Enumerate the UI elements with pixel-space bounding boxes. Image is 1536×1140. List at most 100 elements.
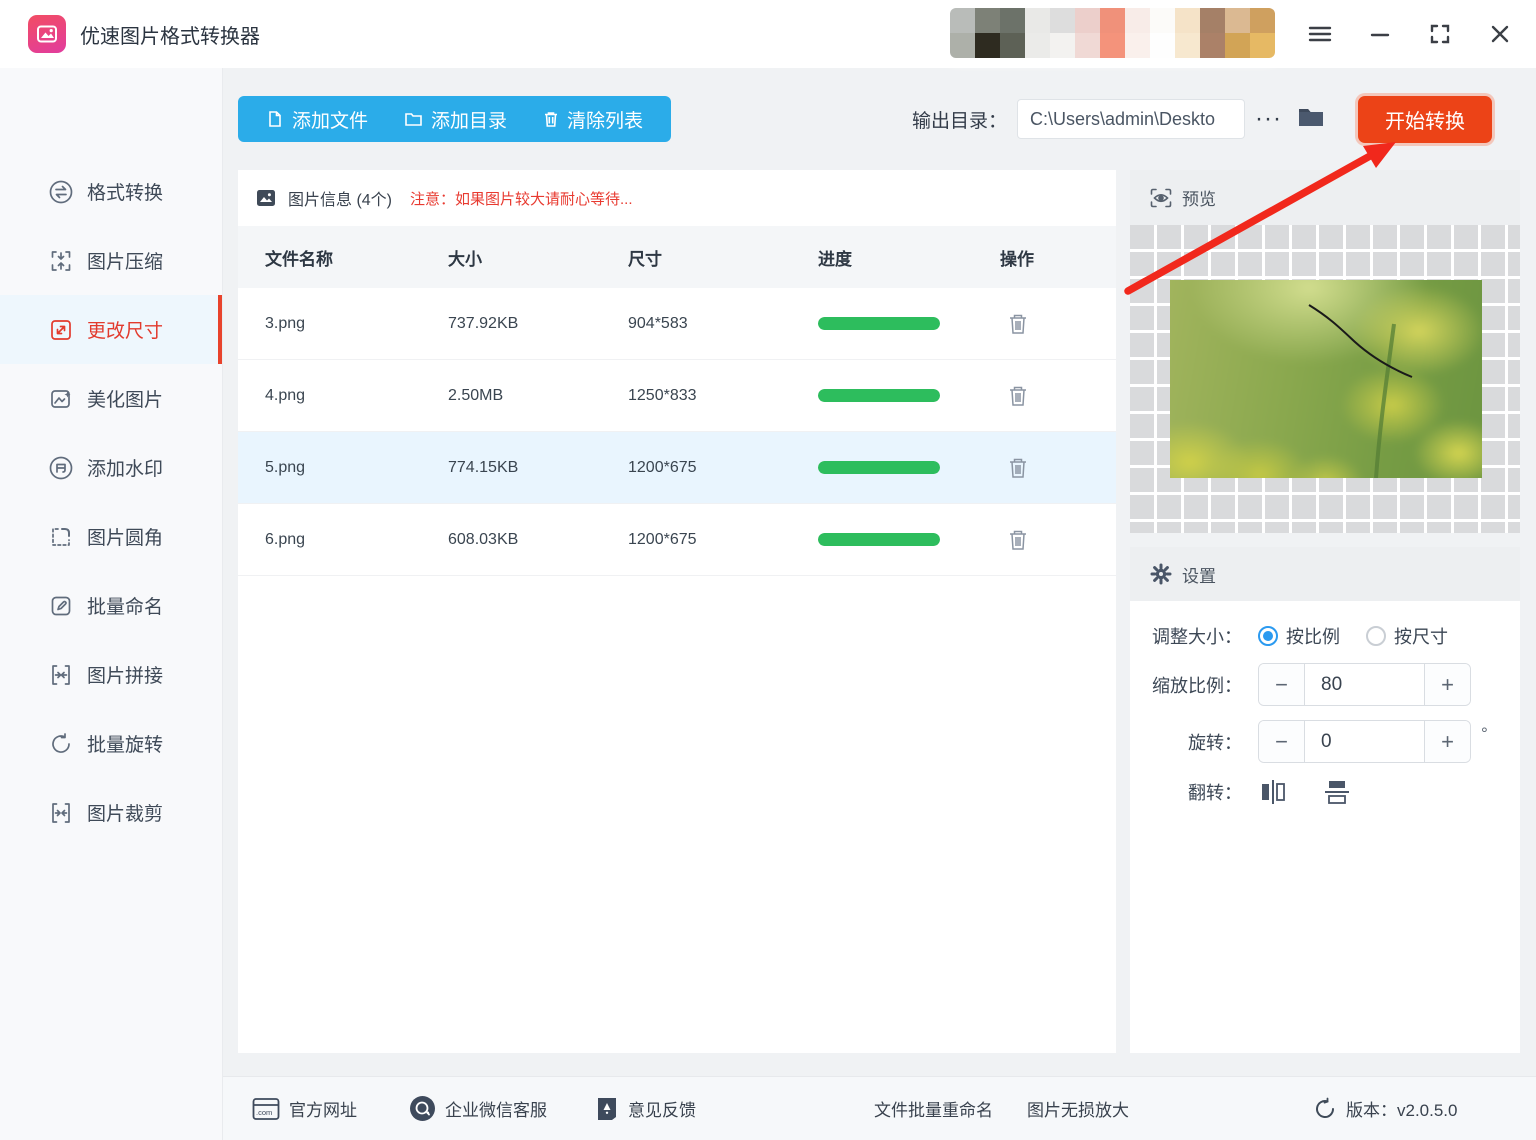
official-site-label: 官方网址 [289,1101,357,1120]
feedback-icon [598,1097,616,1120]
flip-horizontal-button[interactable] [1258,777,1288,807]
cell-file-size: 2.50MB [448,386,504,404]
rotate-label: 旋转： [1188,732,1242,753]
sidebar-item-beautify[interactable]: 美化图片 [0,364,222,433]
minimize-button[interactable] [1368,22,1392,46]
compress-icon [51,250,71,271]
official-site-link[interactable]: .com 官方网址 [252,1096,357,1121]
sidebar-item-compress[interactable]: 图片压缩 [0,226,222,295]
preview-transparency-area [1130,225,1520,533]
column-header-ops: 操作 [1000,249,1034,269]
delete-row-button[interactable] [1006,527,1030,553]
radio-by-size[interactable]: 按尺寸 [1366,623,1448,649]
version-info[interactable]: 版本：v2.0.5.0 [1313,1096,1458,1121]
rotate-icon [52,732,70,753]
menu-hamburger-icon[interactable] [1308,22,1332,46]
scale-row: 缩放比例： − 80 + [1130,663,1520,706]
dotcom-icon: .com [252,1097,280,1120]
sidebar-item-rounded-corner[interactable]: 图片圆角 [0,502,222,571]
start-convert-button[interactable]: 开始转换 [1358,95,1492,143]
rotate-value-input[interactable]: 0 [1305,721,1424,762]
rotate-decrease-button[interactable]: − [1259,721,1305,762]
scale-decrease-button[interactable]: − [1259,664,1305,705]
delete-row-button[interactable] [1006,455,1030,481]
sidebar-item-batch-rotate[interactable]: 批量旋转 [0,709,222,778]
trash-icon [545,112,558,127]
sidebar-item-label: 批量旋转 [87,735,164,756]
batch-rename-link[interactable]: 文件批量重命名 [874,1096,993,1121]
scale-stepper: − 80 + [1258,663,1471,706]
app-title: 优速图片格式转换器 [80,25,260,48]
output-directory-input[interactable]: C:\Users\admin\Deskto [1017,99,1246,139]
feedback-label: 意见反馈 [628,1101,696,1120]
progress-bar [818,317,940,330]
sidebar-item-crop[interactable]: 图片裁剪 [0,778,222,847]
maximize-button[interactable] [1428,22,1452,46]
table-empty-area [238,576,1116,1053]
browse-more-button[interactable]: ··· [1255,105,1282,133]
table-row-selected[interactable]: 5.png 774.15KB 1200*675 [238,432,1116,504]
clear-list-button[interactable]: 清除列表 [525,106,661,133]
scale-value-input[interactable]: 80 [1305,664,1424,705]
radio-by-ratio[interactable]: 按比例 [1258,623,1340,649]
delete-row-button[interactable] [1006,311,1030,337]
flip-horizontal-icon [1262,780,1285,804]
table-row[interactable]: 4.png 2.50MB 1250*833 [238,360,1116,432]
scale-increase-button[interactable]: + [1424,664,1470,705]
scale-label: 缩放比例： [1152,675,1242,696]
column-header-progress: 进度 [818,249,852,269]
beautify-icon [51,389,71,408]
sidebar-item-label: 图片裁剪 [87,804,164,825]
main-area: 格式转换 图片压缩 更改尺寸 美化图片 添加水印 图片圆角 批量命名 图片拼接 [0,68,1536,1140]
sidebar-item-batch-rename[interactable]: 批量命名 [0,571,222,640]
progress-bar [818,389,940,402]
sidebar-item-format-convert[interactable]: 格式转换 [0,157,222,226]
flip-vertical-button[interactable] [1322,777,1352,807]
delete-row-button[interactable] [1006,383,1030,409]
table-row[interactable]: 3.png 737.92KB 904*583 [238,288,1116,360]
table-info-title: 图片信息 (4个) [288,192,393,209]
output-directory-group: 输出目录： C:\Users\admin\Deskto ··· 开始转换 [912,95,1492,143]
preview-header: 预览 [1130,170,1520,225]
cell-progress [818,461,998,474]
cell-progress [818,389,998,402]
version-label: 版本：v2.0.5.0 [1346,1101,1458,1120]
footer: .com 官方网址 企业微信客服 意见反馈 文件批量重命名 图片无损放大 版本：… [223,1076,1536,1140]
lossless-enlarge-link[interactable]: 图片无损放大 [1027,1096,1129,1121]
preview-image[interactable] [1170,280,1482,478]
resize-mode-row: 调整大小： 按比例 按尺寸 [1130,623,1520,649]
cell-file-name: 3.png [265,314,306,332]
update-refresh-icon [1316,1097,1334,1118]
cell-progress [818,533,998,546]
crop-icon [52,802,70,823]
convert-icon [49,180,73,203]
add-directory-button[interactable]: 添加目录 [386,106,525,133]
table-row[interactable]: 6.png 608.03KB 1200*675 [238,504,1116,576]
flip-label: 翻转： [1188,783,1242,803]
content-area: 添加文件 添加目录 清除列表 输出目录： C:\Users\admin\Desk… [223,68,1536,1140]
add-file-button[interactable]: 添加文件 [248,106,386,133]
progress-bar [818,461,940,474]
cell-file-dims: 1200*675 [628,530,697,548]
image-info-icon [257,190,275,206]
sidebar-item-stitch[interactable]: 图片拼接 [0,640,222,709]
trash-icon [1010,314,1026,334]
open-folder-button[interactable] [1296,104,1326,135]
rotate-increase-button[interactable]: + [1424,721,1470,762]
sidebar: 格式转换 图片压缩 更改尺寸 美化图片 添加水印 图片圆角 批量命名 图片拼接 [0,68,223,1140]
feedback-link[interactable]: 意见反馈 [595,1096,696,1122]
column-header-name: 文件名称 [265,249,333,269]
rounded-corner-icon [52,527,70,546]
sidebar-item-watermark[interactable]: 添加水印 [0,433,222,502]
cell-progress [818,317,998,330]
wechat-support-link[interactable]: 企业微信客服 [409,1095,547,1122]
watermark-icon [49,456,73,479]
wechat-service-icon [410,1096,435,1121]
sidebar-item-resize[interactable]: 更改尺寸 [0,295,222,364]
resize-icon [51,319,71,340]
add-file-label: 添加文件 [292,110,369,132]
radio-checked-icon [1258,626,1278,646]
clear-list-label: 清除列表 [567,110,644,132]
close-button[interactable] [1488,22,1512,46]
sidebar-item-label: 更改尺寸 [87,321,164,342]
